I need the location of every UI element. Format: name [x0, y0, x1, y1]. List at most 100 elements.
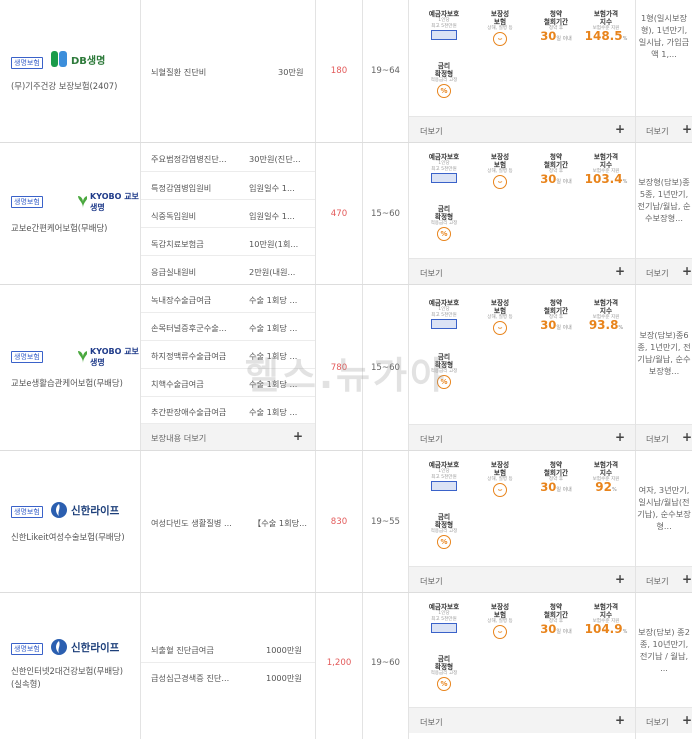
premium-value: 1,200 [326, 658, 352, 668]
coverage-item: 추간판장애수술급여금 수술 1회당 ... [141, 397, 315, 424]
plus-icon: + [682, 430, 692, 444]
company-logo: KYOBO 교보생명 [76, 191, 140, 213]
product-description: 보장(담보) 종2종, 10년만기, 전기납 / 월납, ... [638, 627, 690, 673]
product-name[interactable]: 교보e간편케어보험(무배당) [11, 222, 107, 234]
more-button-side[interactable]: 더보기 + [636, 566, 692, 592]
coverage-item: 급성심근경색증 진단... 1000만원 [151, 673, 302, 683]
kyobo-logo-icon [78, 196, 87, 208]
depositor-protection-icon [431, 173, 457, 183]
percent-icon: % [437, 535, 451, 549]
depositor-protection-icon [431, 623, 457, 633]
plus-icon: + [292, 429, 303, 443]
price-index-value: 103.4 [584, 172, 623, 186]
company-logo: 신한라이프 [50, 638, 119, 656]
premium-value: 830 [330, 517, 348, 527]
coverage-item: 손목터널증후군수술... 수술 1회당 ... [141, 313, 315, 341]
plus-icon: + [682, 122, 692, 136]
coverage-icon: ⌣ [493, 175, 507, 189]
depositor-protection-icon [431, 481, 457, 491]
price-index-value: 93.8 [588, 318, 619, 332]
company-cell: 생명보험 신한라이프 신한Likeit여성수술보험(무배당) [0, 451, 140, 592]
age-range: 19~55 [370, 517, 401, 527]
shinhan-logo-icon [51, 639, 67, 655]
more-button[interactable]: 더보기 + [409, 566, 635, 592]
db-logo-icon [51, 51, 67, 67]
plus-icon: + [614, 713, 625, 727]
more-button-side[interactable]: 더보기 + [636, 707, 692, 733]
percent-icon: % [437, 84, 451, 98]
company-cell: 생명보험 DB생명 (무)기주건강 보장보험(2407) [0, 0, 140, 142]
plus-icon: + [614, 430, 625, 444]
coverage-item: 주요범정감염병진단... 30만원(진단... [141, 143, 315, 172]
age-range: 15~60 [370, 209, 401, 219]
shinhan-logo-icon [51, 502, 67, 518]
product-description: 1형(일시보장형), 1년만기, 일시납, 가입금액 1,... [638, 13, 690, 59]
more-button-side[interactable]: 더보기 + [636, 258, 692, 284]
company-cell: 생명보험 신한라이프 신한인터넷2대건강보험(무배당) (실속형) [0, 593, 140, 739]
category-badge: 생명보험 [11, 57, 43, 69]
category-badge: 생명보험 [11, 643, 43, 655]
coverage-item: 뇌출혈 진단급여금 1000만원 [141, 635, 315, 663]
coverage-item: 하지정맥류수술급여금 수술 1회당 ... [141, 341, 315, 369]
coverage-item: 응급실내원비 2만원(내원... [151, 267, 296, 277]
more-button[interactable]: 더보기 + [409, 707, 635, 733]
company-logo: 신한라이프 [50, 501, 119, 519]
category-badge: 생명보험 [11, 196, 43, 208]
product-row: 생명보험 신한라이프 신한인터넷2대건강보험(무배당) (실속형) 뇌출혈 진단… [0, 593, 692, 739]
premium-value: 180 [330, 66, 348, 76]
premium-value: 780 [330, 363, 348, 373]
percent-icon: % [437, 677, 451, 691]
company-logo: DB생명 [50, 50, 105, 68]
coverage-item: 식중독입원비 입원일수 1... [141, 200, 315, 228]
coverage-item: 독감치료보험금 10만원(1회... [141, 228, 315, 256]
product-row: 생명보험 KYOBO 교보생명 교보e생활습관케어보험(무배당) 녹내장수술급여… [0, 285, 692, 451]
age-range: 15~60 [370, 363, 401, 373]
coverage-icon: ⌣ [493, 483, 507, 497]
category-badge: 생명보험 [11, 506, 43, 518]
product-name[interactable]: 교보e생활습관케어보험(무배당) [11, 377, 123, 389]
product-name[interactable]: 신한인터넷2대건강보험(무배당) [11, 665, 123, 677]
price-index-value: 104.9 [584, 622, 623, 636]
plus-icon: + [614, 572, 625, 586]
product-name[interactable]: 신한Likeit여성수술보험(무배당) [11, 531, 125, 543]
price-index-value: 148.5 [584, 29, 623, 43]
plus-icon: + [614, 264, 625, 278]
more-button[interactable]: 더보기 + [409, 116, 635, 142]
coverage-item: 뇌혈질환 진단비 30만원 [151, 67, 304, 77]
plus-icon: + [614, 122, 625, 136]
product-name-sub[interactable]: (실속형) [11, 678, 41, 690]
depositor-protection-icon [431, 30, 457, 40]
product-row: 생명보험 DB생명 (무)기주건강 보장보험(2407) 뇌혈질환 진단비 30… [0, 0, 692, 143]
more-button-side[interactable]: 더보기 + [636, 424, 692, 450]
kyobo-logo-icon [78, 351, 87, 363]
company-cell: 생명보험 KYOBO 교보생명 교보e간편케어보험(무배당) [0, 143, 140, 284]
category-badge: 생명보험 [11, 351, 43, 363]
coverage-icon: ⌣ [493, 625, 507, 639]
coverage-item: 녹내장수술급여금 수술 1회당 ... [141, 285, 315, 313]
percent-icon: % [437, 227, 451, 241]
product-description: 여자, 3년만기, 일시납/월납(전기납), 순수보장형... [637, 485, 691, 531]
coverage-item: 특정감염병입원비 입원일수 1... [141, 172, 315, 200]
coverage-icon: ⌣ [493, 321, 507, 335]
percent-icon: % [437, 375, 451, 389]
coverage-more-button[interactable]: 보장내용 더보기 + [141, 424, 315, 450]
plus-icon: + [682, 264, 692, 278]
product-row: 생명보험 KYOBO 교보생명 교보e간편케어보험(무배당) 주요범정감염병진단… [0, 143, 692, 285]
company-cell: 생명보험 KYOBO 교보생명 교보e생활습관케어보험(무배당) [0, 285, 140, 450]
product-description: 보장형(담보)종5종, 1년만기, 전기납/월납, 순수보장형... [637, 177, 691, 223]
premium-value: 470 [330, 209, 348, 219]
price-index-value: 92 [595, 480, 612, 494]
more-button[interactable]: 더보기 + [409, 424, 635, 450]
more-button[interactable]: 더보기 + [409, 258, 635, 284]
company-logo: KYOBO 교보생명 [76, 346, 140, 368]
product-name[interactable]: (무)기주건강 보장보험(2407) [11, 80, 117, 92]
more-button-side[interactable]: 더보기 + [636, 116, 692, 142]
plus-icon: + [682, 713, 692, 727]
coverage-item: 여성다빈도 생활질병 ... 【수술 1회당... [151, 518, 307, 528]
depositor-protection-icon [431, 319, 457, 329]
age-range: 19~60 [370, 658, 401, 668]
coverage-item: 치핵수술급여금 수술 1회당 ... [141, 369, 315, 397]
plus-icon: + [682, 572, 692, 586]
product-row: 생명보험 신한라이프 신한Likeit여성수술보험(무배당) 여성다빈도 생활질… [0, 451, 692, 593]
age-range: 19~64 [370, 66, 401, 76]
